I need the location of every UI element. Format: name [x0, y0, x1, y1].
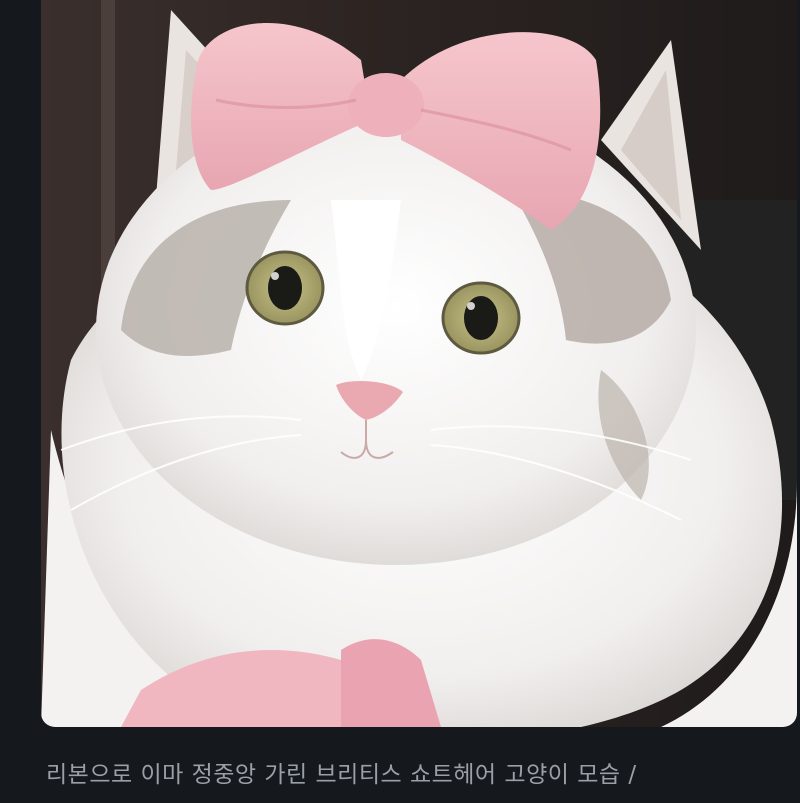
post-view: 리본으로 이마 정중앙 가린 브리티스 쇼트헤어 고양이 모습 /	[0, 0, 800, 803]
post-image[interactable]	[41, 0, 797, 727]
cat-photo-icon	[41, 0, 797, 727]
post-caption: 리본으로 이마 정중앙 가린 브리티스 쇼트헤어 고양이 모습 /	[46, 762, 637, 788]
